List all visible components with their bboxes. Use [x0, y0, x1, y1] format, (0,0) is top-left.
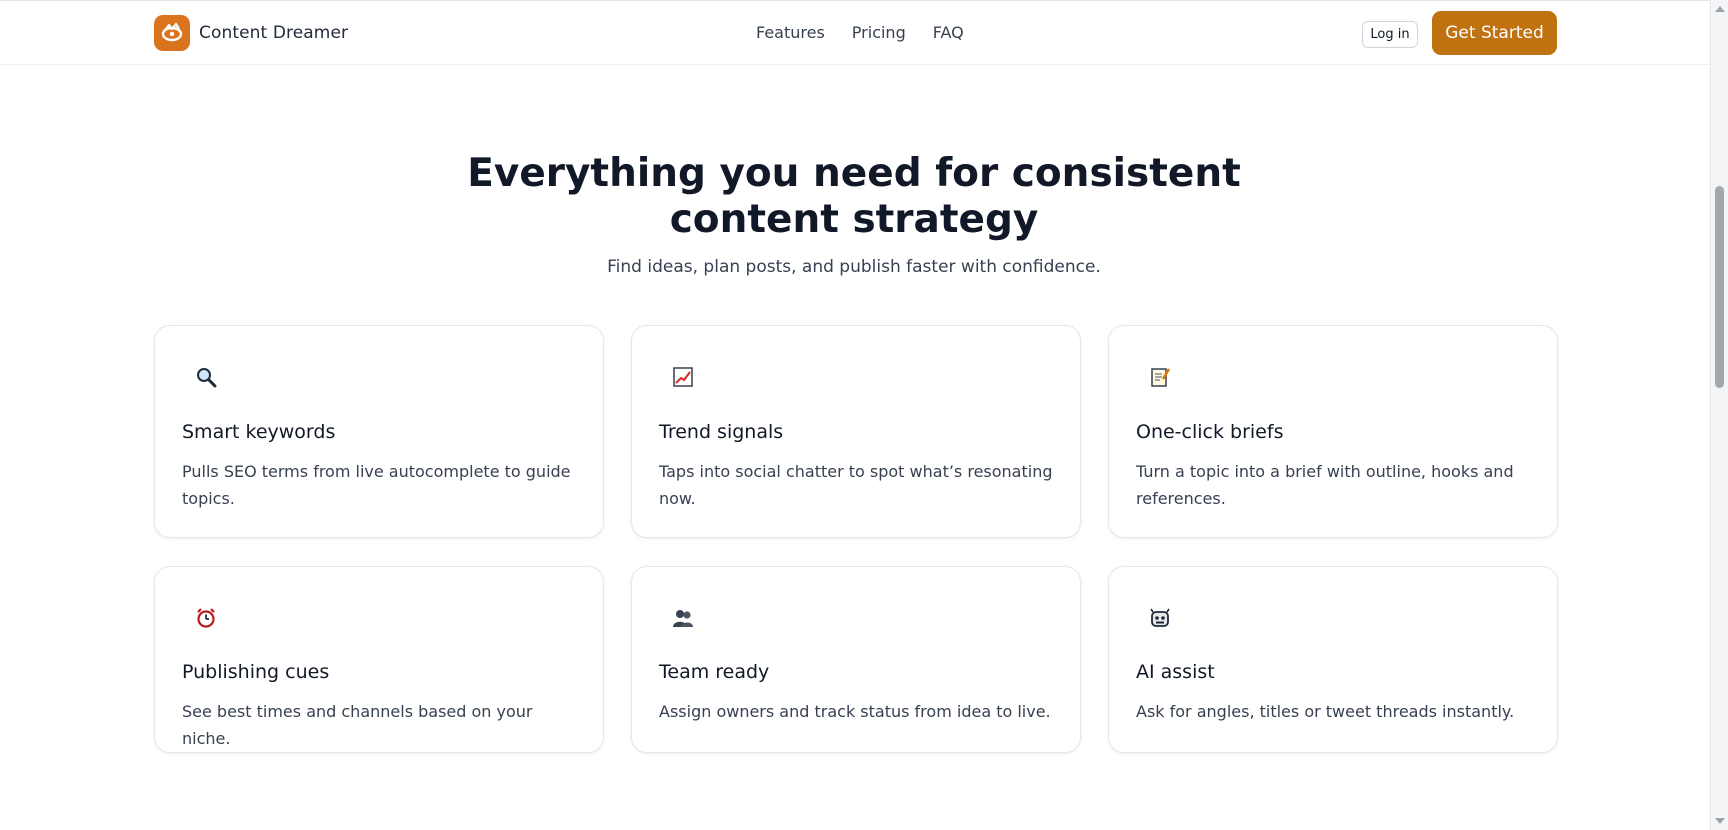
feature-card-one-click-briefs: One-click briefs Turn a topic into a bri… [1108, 325, 1558, 538]
scroll-down-arrow-icon[interactable] [1715, 818, 1725, 824]
brand[interactable]: Content Dreamer [154, 15, 348, 51]
chart-icon [670, 364, 696, 390]
feature-title: Team ready [659, 661, 770, 683]
feature-description: See best times and channels based on you… [182, 702, 533, 748]
page: Content Dreamer Features Pricing FAQ Log… [0, 0, 1728, 830]
scroll-thumb[interactable] [1715, 186, 1724, 388]
feature-card-team-ready: Team ready Assign owners and track statu… [631, 566, 1081, 753]
nav-pricing-link[interactable]: Pricing [852, 23, 906, 42]
feature-title: Trend signals [659, 421, 784, 443]
robot-icon [1147, 605, 1173, 631]
feature-title: AI assist [1136, 661, 1215, 683]
scroll-up-arrow-icon[interactable] [1715, 6, 1725, 12]
feature-card-ai-assist: AI assist Ask for angles, titles or twee… [1108, 566, 1558, 753]
feature-title: Publishing cues [182, 661, 330, 683]
nav-faq-link[interactable]: FAQ [933, 23, 964, 42]
feature-card-smart-keywords: Smart keywords Pulls SEO terms from live… [154, 325, 604, 538]
memo-icon [1147, 364, 1173, 390]
feature-title: Smart keywords [182, 421, 336, 443]
feature-description: Pulls SEO terms from live autocomplete t… [182, 462, 571, 508]
section-subtitle: Find ideas, plan posts, and publish fast… [607, 257, 1101, 277]
people-icon [670, 605, 696, 631]
feature-card-publishing-cues: Publishing cues See best times and chann… [154, 566, 604, 753]
login-button[interactable]: Log in [1362, 21, 1418, 48]
top-nav-bar: Content Dreamer Features Pricing FAQ Log… [0, 0, 1710, 65]
magnifier-icon [193, 364, 219, 390]
feature-description: Ask for angles, titles or tweet threads … [1136, 702, 1515, 721]
heading-line-2: content strategy [669, 197, 1039, 242]
scrollbar[interactable] [1710, 0, 1728, 830]
get-started-button[interactable]: Get Started [1432, 11, 1557, 55]
brand-name: Content Dreamer [199, 23, 349, 43]
section-heading: Everything you need for consistent conte… [414, 151, 1294, 243]
heading-line-1: Everything you need for consistent [467, 151, 1241, 196]
nav-features-link[interactable]: Features [756, 23, 825, 42]
feature-description: Assign owners and track status from idea… [659, 702, 1051, 721]
feature-title: One-click briefs [1136, 421, 1284, 443]
feature-description: Taps into social chatter to spot what’s … [659, 462, 1053, 508]
feature-card-trend-signals: Trend signals Taps into social chatter t… [631, 325, 1081, 538]
main-nav: Features Pricing FAQ [756, 23, 964, 42]
alarm-clock-icon [193, 605, 219, 631]
logo-icon [154, 15, 190, 51]
feature-description: Turn a topic into a brief with outline, … [1136, 462, 1514, 508]
